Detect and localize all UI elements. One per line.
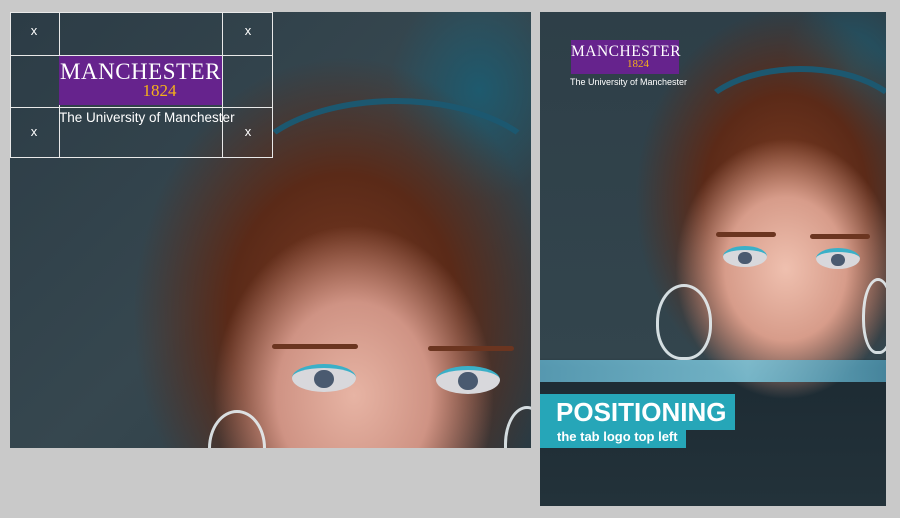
earring-left bbox=[656, 284, 712, 360]
logo-clearspace-panel: x x x x MANCHESTER 1824 The University o… bbox=[10, 12, 531, 448]
eye-left bbox=[723, 246, 767, 267]
grid-line bbox=[272, 12, 273, 158]
logo-wordmark: MANCHESTER bbox=[60, 59, 221, 84]
grid-line bbox=[10, 157, 273, 158]
exclusion-mark: x bbox=[30, 23, 38, 38]
university-logo: MANCHESTER 1824 bbox=[571, 40, 682, 74]
monitor-edge bbox=[540, 360, 886, 382]
university-logo: MANCHESTER 1824 bbox=[59, 56, 222, 105]
headband bbox=[690, 66, 886, 192]
headband bbox=[240, 98, 531, 264]
eyebrow-left bbox=[716, 232, 776, 237]
earring-right bbox=[862, 278, 886, 354]
eyebrow-right bbox=[810, 234, 870, 239]
eye-left bbox=[292, 364, 356, 392]
poster-panel: MANCHESTER 1824 The University of Manche… bbox=[540, 12, 886, 506]
grid-line bbox=[10, 107, 273, 108]
eyebrow-right bbox=[428, 346, 514, 351]
exclusion-mark: x bbox=[30, 124, 38, 139]
grid-line bbox=[10, 12, 11, 158]
grid-line bbox=[10, 12, 273, 13]
logo-year: 1824 bbox=[142, 81, 177, 100]
poster-title: POSITIONING bbox=[540, 394, 735, 430]
grid-line bbox=[222, 12, 223, 158]
logo-year: 1824 bbox=[627, 58, 649, 70]
eye-right bbox=[436, 366, 500, 394]
logo-tagline: The University of Manchester bbox=[59, 110, 235, 125]
eye-right bbox=[816, 248, 860, 269]
eyebrow-left bbox=[272, 344, 358, 349]
logo-wordmark: MANCHESTER bbox=[571, 43, 682, 60]
poster-subtitle: the tab logo top left bbox=[540, 426, 686, 448]
exclusion-mark: x bbox=[244, 23, 252, 38]
exclusion-mark: x bbox=[244, 124, 252, 139]
logo-tagline: The University of Manchester bbox=[570, 77, 688, 87]
